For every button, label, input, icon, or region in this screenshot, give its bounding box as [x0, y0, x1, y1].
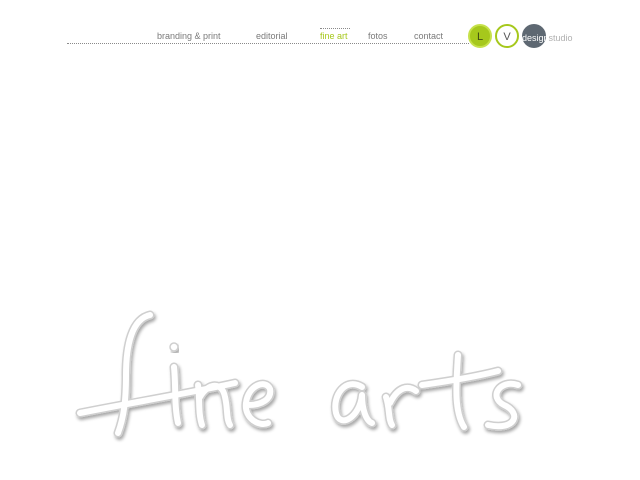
- nav-branding-print[interactable]: branding & print: [157, 31, 221, 42]
- nav-contact[interactable]: contact: [414, 31, 443, 42]
- site-header: branding & print editorial fine art foto…: [0, 0, 640, 60]
- nav-editorial[interactable]: editorial: [256, 31, 288, 42]
- nav-fine-art[interactable]: fine art: [320, 31, 348, 42]
- logo-wordmark: designstudio: [522, 33, 573, 44]
- header-dotted-line: [67, 43, 469, 44]
- logo-v-circle: V: [495, 24, 519, 48]
- nav-fotos[interactable]: fotos: [368, 31, 388, 42]
- logo-word-design: design: [522, 33, 549, 43]
- logo-word-studio: studio: [548, 33, 573, 43]
- active-indicator: [320, 28, 350, 29]
- logo-l-circle: L: [468, 24, 492, 48]
- hero-script: [70, 305, 540, 455]
- fine-arts-handwriting: [75, 310, 523, 438]
